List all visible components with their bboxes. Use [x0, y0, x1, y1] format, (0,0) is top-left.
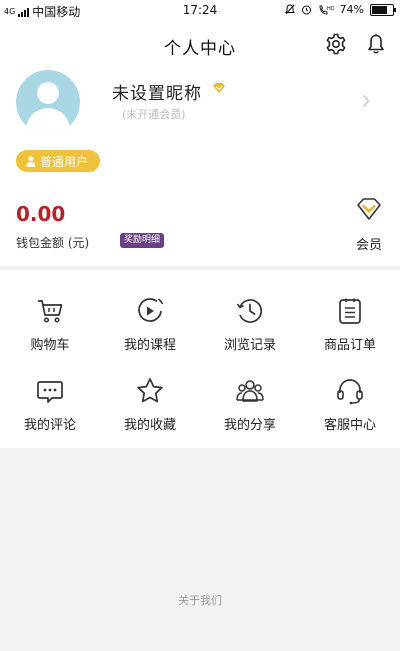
menu-item-favorites[interactable]: 我的收藏 — [100, 376, 200, 456]
avatar-head — [37, 82, 59, 104]
menu-item-label: 我的分享 — [223, 418, 276, 433]
member-label[interactable]: 会员 — [356, 234, 382, 253]
status-bar: 4G 中国移动 17:24 HD 74% — [0, 0, 400, 20]
menu-item-label: 浏览记录 — [223, 338, 276, 353]
hd-call-icon: HD — [319, 5, 334, 15]
menu-item-my-courses[interactable]: 我的课程 — [100, 296, 200, 376]
user-type-label: 普通用户 — [40, 154, 89, 169]
menu-item-history[interactable]: 浏览记录 — [200, 296, 300, 376]
settings-button[interactable] — [324, 32, 348, 56]
menu-item-orders[interactable]: 商品订单 — [300, 296, 400, 376]
star-icon — [137, 378, 163, 403]
cart-icon — [38, 300, 63, 323]
gear-icon — [326, 33, 346, 55]
vip-diamond-icon — [213, 83, 225, 93]
about-us-link[interactable]: 关于我们 — [0, 592, 400, 608]
status-right: HD 74% — [284, 3, 396, 16]
nickname: 未设置昵称 — [112, 84, 202, 104]
battery-icon — [370, 3, 396, 16]
share-group-icon — [236, 380, 264, 402]
notification-button[interactable] — [364, 32, 388, 56]
headset-icon — [337, 379, 363, 405]
member-diamond-icon[interactable] — [356, 196, 382, 222]
user-icon — [26, 156, 36, 167]
alarm-icon — [301, 5, 311, 15]
mute-icon — [284, 4, 295, 15]
svg-text:HD: HD — [327, 6, 334, 12]
reward-detail-button[interactable]: 奖励明细 — [120, 233, 165, 248]
order-icon — [339, 298, 361, 324]
history-icon — [236, 299, 263, 323]
bell-icon — [368, 34, 384, 54]
battery-level — [372, 5, 387, 14]
menu-item-label: 购物车 — [30, 338, 70, 353]
menu-item-my-comments[interactable]: 我的评论 — [0, 376, 100, 456]
menu-item-label: 我的评论 — [23, 418, 76, 433]
menu-item-label: 我的课程 — [123, 338, 176, 353]
avatar-body — [26, 108, 70, 134]
menu-item-cart[interactable]: 购物车 — [0, 296, 100, 376]
battery-percent: 74% — [339, 3, 364, 16]
menu-item-label: 客服中心 — [323, 418, 376, 433]
menu-item-label: 我的收藏 — [123, 418, 176, 433]
feature-grid: 购物车 我的课程 浏览记录 商品订单 我的评论 我的收藏 我的分享 客服中心 — [0, 270, 400, 448]
menu-item-my-shares[interactable]: 我的分享 — [200, 376, 300, 456]
user-type-badge: 普通用户 — [16, 150, 101, 172]
nav-bar: 个人中心 — [0, 20, 400, 68]
menu-item-label: 商品订单 — [323, 338, 376, 353]
vip-status: (未开通会员) — [122, 108, 186, 121]
avatar[interactable] — [16, 70, 80, 134]
play-course-icon — [138, 298, 164, 322]
profile-card[interactable]: 未设置昵称 (未开通会员) 普通用户 — [0, 68, 400, 188]
wallet-label: 钱包金额 (元) — [16, 236, 90, 250]
wallet-section: 0.00 钱包金额 (元) 奖励明细 会员 — [0, 188, 400, 266]
chevron-right-icon[interactable] — [362, 94, 370, 108]
menu-item-customer-service[interactable]: 客服中心 — [300, 376, 400, 456]
comment-icon — [37, 381, 63, 403]
wallet-amount[interactable]: 0.00 — [16, 202, 65, 226]
